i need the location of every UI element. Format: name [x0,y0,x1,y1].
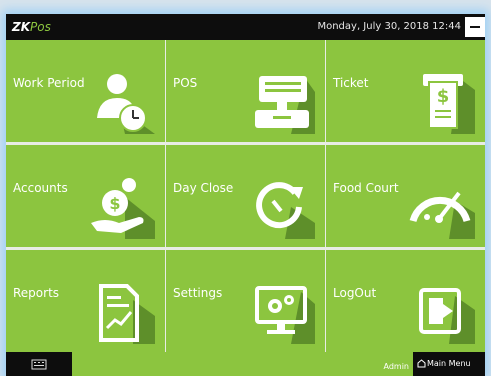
top-bar: ZKPos Monday, July 30, 2018 12:44 [6,14,485,40]
tile-food-court[interactable]: Food Court [326,145,485,247]
tile-label: Work Period [13,76,85,90]
tile-label: Day Close [173,181,234,195]
tile-work-period[interactable]: Work Period [6,40,165,142]
tile-pos[interactable]: POS [166,40,325,142]
main-menu-label: Main Menu [427,359,471,368]
svg-text:$: $ [437,86,450,107]
report-icon [99,284,155,344]
tile-label: Food Court [333,181,399,195]
settings-icon [255,286,315,344]
tile-label: Reports [13,286,60,300]
keyboard-icon[interactable] [30,357,48,371]
home-icon [417,359,426,368]
minimize-button[interactable] [465,17,485,37]
tile-label: LogOut [333,286,377,300]
tile-logout[interactable]: LogOut [326,250,485,352]
day-close-icon [256,182,315,239]
accounts-icon: $ [91,178,155,239]
tile-accounts[interactable]: Accounts $ [6,145,165,247]
ticket-icon: $ [423,74,475,134]
current-user: Admin [383,362,410,371]
tile-label: Settings [173,286,223,300]
tile-day-close[interactable]: Day Close [166,145,325,247]
logo-zk: ZK [12,20,30,34]
logout-icon [419,288,475,344]
tile-ticket[interactable]: Ticket $ [326,40,485,142]
svg-text:$: $ [109,194,120,213]
tile-label: POS [173,76,198,90]
work-period-icon [97,74,155,134]
tile-settings[interactable]: Settings [166,250,325,352]
main-menu-button[interactable]: Main Menu [413,352,485,376]
tile-label: Ticket [333,76,369,90]
gauge-icon [409,191,475,239]
app-logo: ZKPos [12,20,51,34]
pos-terminal-icon [255,76,315,134]
menu-grid: Work Period POS Ticket $ Accounts $ Day … [6,40,485,352]
bottom-bar: Admin Main Menu [6,352,485,376]
date-time: Monday, July 30, 2018 12:44 [317,21,461,32]
app-window: ZKPos Monday, July 30, 2018 12:44 Work P… [6,14,485,376]
tile-reports[interactable]: Reports [6,250,165,352]
tile-label: Accounts [13,181,68,195]
logo-pos: Pos [30,20,51,34]
